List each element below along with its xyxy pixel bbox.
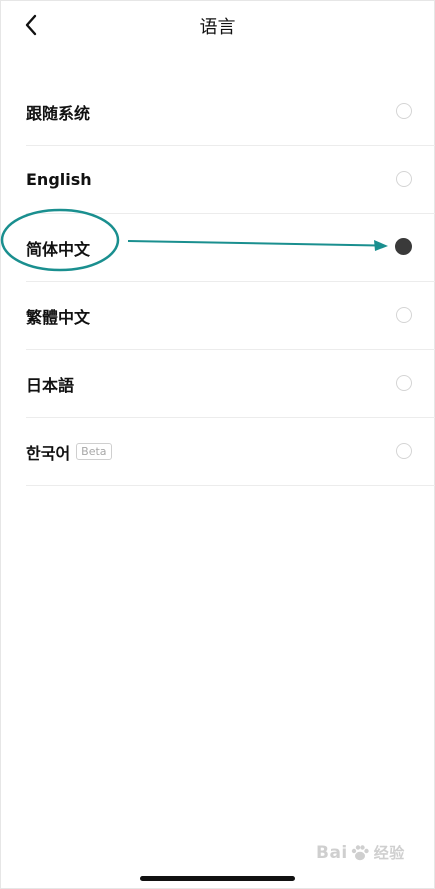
watermark: Bai 经验 [316,842,405,863]
home-indicator [140,876,295,881]
language-label: 跟随系统 [26,103,91,123]
radio-button-selected[interactable] [395,238,412,255]
page-title: 语言 [199,17,236,38]
beta-badge: Beta [76,443,112,460]
language-option-japanese[interactable]: 日本語 [26,350,435,418]
watermark-text-right: 经验 [373,844,405,862]
radio-button[interactable] [396,443,412,459]
radio-button[interactable] [396,375,412,391]
language-label: 한국어 [26,443,71,463]
language-label-wrapper: 한국어 Beta [26,440,112,464]
navigation-bar: 语言 [0,0,435,52]
radio-button[interactable] [396,307,412,323]
language-label: 繁體中文 [26,307,91,327]
language-option-english[interactable]: English [26,146,435,214]
language-label: 日本語 [26,375,75,395]
language-option-traditional-chinese[interactable]: 繁體中文 [26,282,435,350]
watermark-text-left: Bai [316,842,348,863]
annotation-arrow [127,240,388,251]
paw-icon [351,844,369,860]
annotation-ellipse [0,208,120,272]
radio-button[interactable] [396,103,412,119]
language-option-follow-system[interactable]: 跟随系统 [26,78,435,146]
language-option-korean[interactable]: 한국어 Beta [26,418,435,486]
language-label: English [26,170,92,189]
language-list: 跟随系统 English 简体中文 繁體中文 日本語 한국어 Beta [26,78,435,486]
radio-button[interactable] [396,171,412,187]
